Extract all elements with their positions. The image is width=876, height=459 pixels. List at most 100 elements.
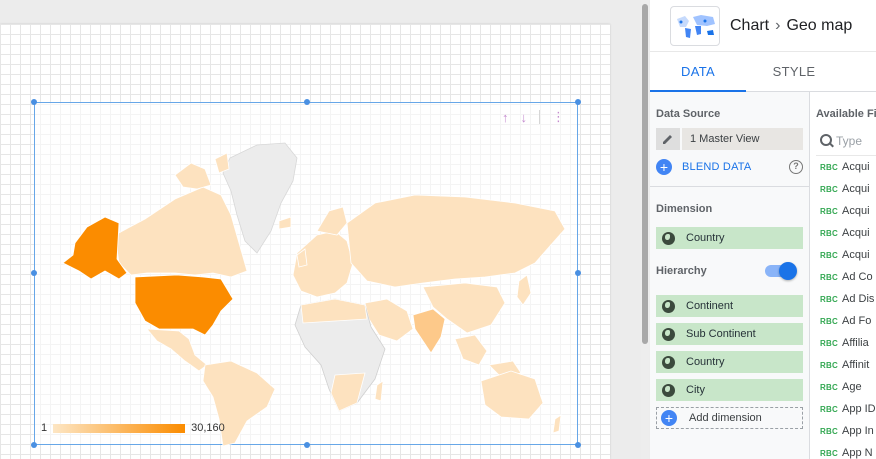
map-region-new-zealand[interactable]	[552, 414, 562, 434]
dimension-chip-label: Country	[686, 232, 725, 244]
field-item[interactable]: RBC Affinit	[816, 354, 876, 376]
text-type-icon: RBC	[820, 294, 838, 304]
world-map-icon[interactable]	[670, 5, 720, 46]
text-type-icon: RBC	[820, 404, 838, 414]
field-item-label: Acqui	[842, 161, 870, 173]
field-item[interactable]: RBC Acqui	[816, 178, 876, 200]
map-region-alaska[interactable]	[62, 216, 128, 280]
field-item[interactable]: RBC App ID	[816, 398, 876, 420]
breadcrumb-current: Geo map	[786, 16, 853, 34]
field-item[interactable]: RBC App In	[816, 420, 876, 442]
field-item-label: Affinit	[842, 359, 870, 371]
toggle-knob	[779, 262, 797, 280]
map-region-north-africa[interactable]	[300, 298, 368, 324]
hierarchy-chip-city[interactable]: City	[656, 379, 803, 401]
field-item-label: Acqui	[842, 183, 870, 195]
legend-max-value: 30,160	[191, 422, 225, 434]
field-item-label: Ad Fo	[842, 315, 872, 327]
breadcrumb: Chart › Geo map	[730, 17, 852, 35]
map-region-uk[interactable]	[278, 216, 308, 268]
map-region-southern-africa[interactable]	[330, 372, 366, 412]
field-item[interactable]: RBC Affilia	[816, 332, 876, 354]
field-item-label: Age	[842, 381, 862, 393]
hierarchy-chip-country[interactable]: Country	[656, 351, 803, 373]
hierarchy-chip-continent[interactable]: Continent	[656, 295, 803, 317]
map-region-india[interactable]	[412, 308, 446, 354]
text-type-icon: RBC	[820, 316, 838, 326]
text-type-icon: RBC	[820, 184, 838, 194]
field-search-input[interactable]	[836, 133, 876, 148]
hierarchy-chip-sub-continent[interactable]: Sub Continent	[656, 323, 803, 345]
geo-map-chart[interactable]: ↑ ↓ ⋮ 1 30,160	[31, 99, 581, 448]
field-item-label: Ad Dis	[842, 293, 875, 305]
search-icon	[820, 133, 832, 148]
blend-data-button[interactable]: + BLEND DATA ?	[656, 156, 803, 178]
field-item[interactable]: RBC Acqui	[816, 222, 876, 244]
add-dimension-button[interactable]: + Add dimension	[656, 407, 803, 429]
map-region-japan[interactable]	[516, 274, 532, 306]
map-region-madagascar[interactable]	[374, 380, 384, 402]
add-dimension-label: Add dimension	[689, 412, 762, 424]
text-type-icon: RBC	[820, 228, 838, 238]
data-source-title: Data Source	[656, 108, 721, 120]
color-scale-legend: 1 30,160	[41, 422, 225, 434]
dimension-title: Dimension	[656, 203, 713, 215]
panel-tabs: DATA STYLE	[650, 52, 876, 92]
field-item-label: Ad Co	[842, 271, 873, 283]
report-page[interactable]: ↑ ↓ ⋮ 1 30,160	[0, 24, 610, 459]
map-region-mexico[interactable]	[146, 328, 208, 372]
data-config-column: Data Source 1 Master View + BLEND DATA ?…	[650, 92, 810, 459]
hierarchy-chip-label: Country	[686, 356, 725, 368]
available-fields-title: Available Fie	[816, 108, 876, 120]
dimension-chip-country[interactable]: Country	[656, 227, 803, 249]
field-item[interactable]: RBC Ad Fo	[816, 310, 876, 332]
plus-circle-icon: +	[656, 159, 672, 175]
scrollbar-thumb[interactable]	[642, 4, 648, 344]
field-item[interactable]: RBC Ad Co	[816, 266, 876, 288]
field-item[interactable]: RBC Acqui	[816, 244, 876, 266]
panel-header: Chart › Geo map	[650, 0, 876, 52]
field-item[interactable]: RBC Age	[816, 376, 876, 398]
hierarchy-title: Hierarchy	[656, 265, 707, 277]
field-search	[816, 126, 876, 156]
text-type-icon: RBC	[820, 448, 838, 458]
text-type-icon: RBC	[820, 338, 838, 348]
available-fields-column: Available Fie RBC Acqui RBC Acqui RBC Acqui RB…	[810, 92, 876, 459]
map-region-russia[interactable]	[346, 194, 566, 288]
map-region-usa[interactable]	[134, 274, 234, 336]
hierarchy-chip-label: City	[686, 384, 705, 396]
report-canvas[interactable]: ↑ ↓ ⋮ 1 30,160	[0, 0, 640, 459]
tab-style[interactable]: STYLE	[746, 52, 842, 91]
hierarchy-toggle[interactable]	[765, 262, 797, 280]
text-type-icon: RBC	[820, 382, 838, 392]
field-item[interactable]: RBC Acqui	[816, 156, 876, 178]
available-fields-list: RBC Acqui RBC Acqui RBC Acqui RBC Acqui RBC Acqui…	[816, 156, 876, 459]
pencil-icon[interactable]	[656, 128, 680, 150]
field-item[interactable]: RBC Ad Dis	[816, 288, 876, 310]
field-item-label: App ID	[842, 403, 876, 415]
field-item[interactable]: RBC App N	[816, 442, 876, 459]
hierarchy-chip-label: Sub Continent	[686, 328, 756, 340]
data-source-name[interactable]: 1 Master View	[682, 128, 803, 150]
canvas-scrollbar[interactable]	[641, 0, 649, 459]
chevron-right-icon: ›	[775, 16, 781, 34]
tab-data[interactable]: DATA	[650, 52, 746, 92]
globe-icon	[661, 299, 675, 313]
text-type-icon: RBC	[820, 272, 838, 282]
field-item-label: Acqui	[842, 249, 870, 261]
globe-icon	[661, 327, 675, 341]
breadcrumb-parent[interactable]: Chart	[730, 17, 769, 35]
legend-min-value: 1	[41, 422, 48, 434]
map-region-scandinavia[interactable]	[316, 206, 348, 236]
text-type-icon: RBC	[820, 426, 838, 436]
help-icon[interactable]: ?	[789, 160, 803, 174]
data-source-row[interactable]: 1 Master View	[656, 128, 803, 150]
field-item[interactable]: RBC Acqui	[816, 200, 876, 222]
map-region-arctic-islands[interactable]	[174, 152, 230, 190]
plus-circle-icon: +	[661, 410, 677, 426]
map-region-australia[interactable]	[480, 370, 544, 420]
globe-icon	[661, 355, 675, 369]
hierarchy-chip-label: Continent	[686, 300, 734, 312]
map-region-canada[interactable]	[114, 186, 248, 278]
text-type-icon: RBC	[820, 250, 838, 260]
